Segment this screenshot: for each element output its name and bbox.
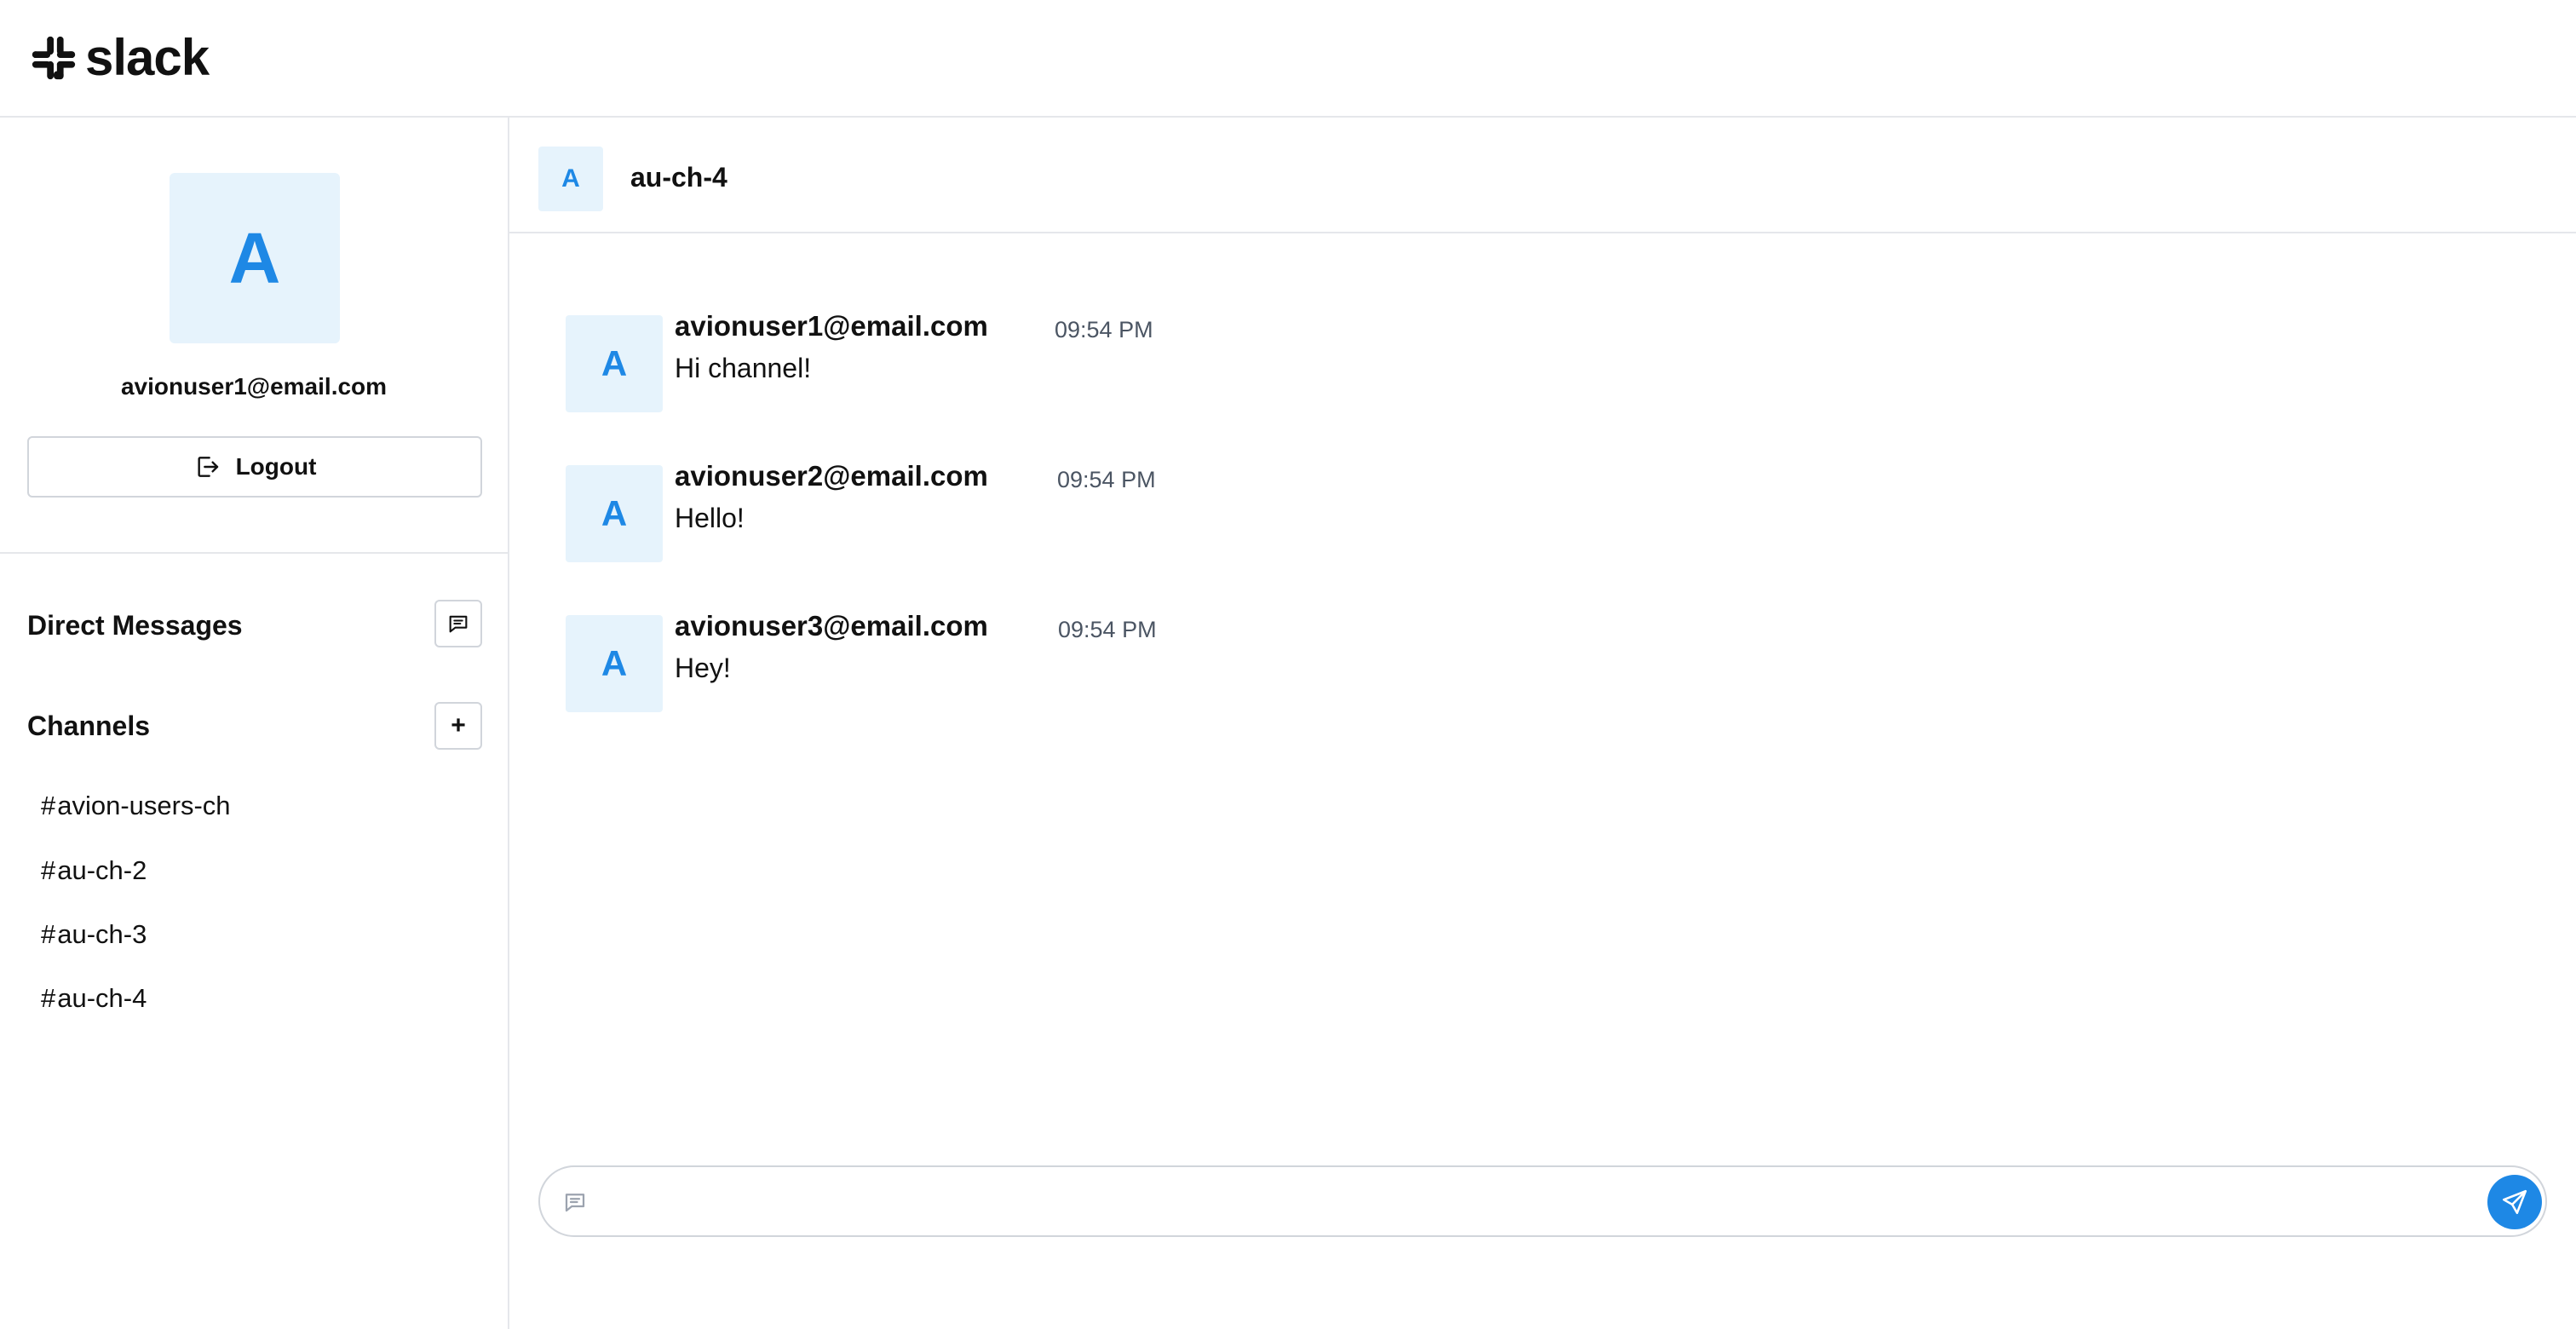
channel-name: au-ch-4 (57, 983, 147, 1013)
message-author: avionuser1@email.com (675, 310, 988, 342)
add-channel-button[interactable]: + (434, 702, 482, 750)
new-message-icon (449, 615, 468, 633)
message-input[interactable] (605, 1177, 2465, 1227)
channel-name: avion-users-ch (57, 791, 231, 820)
message-avatar: A (566, 315, 663, 412)
message-time: 09:54 PM (1057, 467, 1156, 492)
message-text: Hi channel! (675, 353, 812, 383)
channel-hash: # (41, 919, 56, 949)
logo-text: slack (85, 29, 210, 86)
main-panel: A au-ch-4 A avionuser1@email.com 09:54 P… (509, 118, 2576, 1329)
message-text: Hello! (675, 503, 745, 533)
sidebar-divider (0, 552, 508, 554)
message-time: 09:54 PM (1055, 317, 1153, 342)
message-icon (565, 1194, 585, 1212)
message-text: Hey! (675, 653, 731, 683)
profile-avatar: A (170, 173, 340, 343)
channel-item-au-ch-3[interactable]: #au-ch-3 (41, 919, 147, 950)
message-item: A avionuser1@email.com 09:54 PM Hi chann… (566, 310, 1588, 412)
channel-item-au-ch-2[interactable]: #au-ch-2 (41, 855, 147, 886)
profile-email: avionuser1@email.com (120, 373, 388, 400)
channel-item-au-ch-4[interactable]: #au-ch-4 (41, 983, 147, 1014)
channel-hash: # (41, 791, 56, 820)
logout-button[interactable]: Logout (27, 436, 482, 498)
slack-logo-icon (32, 36, 76, 80)
message-item: A avionuser3@email.com 09:54 PM Hey! (566, 610, 1588, 712)
channel-hash: # (41, 855, 56, 885)
logout-icon (198, 457, 218, 477)
channel-item-avion-users-ch[interactable]: #avion-users-ch (41, 791, 231, 821)
new-direct-message-button[interactable] (434, 600, 482, 647)
channel-header: A au-ch-4 (509, 118, 2576, 233)
message-author: avionuser3@email.com (675, 610, 988, 641)
direct-messages-title: Direct Messages (27, 610, 243, 641)
message-author: avionuser2@email.com (675, 460, 988, 492)
message-item: A avionuser2@email.com 09:54 PM Hello! (566, 460, 1588, 562)
channel-hash: # (41, 983, 56, 1013)
send-icon (2502, 1189, 2527, 1215)
message-time: 09:54 PM (1058, 617, 1157, 642)
channel-name: au-ch-3 (57, 919, 147, 949)
top-bar: slack (0, 0, 2576, 118)
logout-label: Logout (235, 453, 317, 480)
send-button[interactable] (2487, 1175, 2542, 1229)
sidebar: A avionuser1@email.com Logout Direct Mes… (0, 118, 509, 1329)
slack-logo[interactable]: slack (29, 29, 210, 86)
message-avatar: A (566, 615, 663, 712)
channel-name-title: au-ch-4 (630, 162, 727, 193)
channels-title: Channels (27, 711, 151, 741)
channel-avatar: A (538, 147, 603, 211)
channel-name: au-ch-2 (57, 855, 147, 885)
message-avatar: A (566, 465, 663, 562)
message-composer (538, 1165, 2547, 1237)
